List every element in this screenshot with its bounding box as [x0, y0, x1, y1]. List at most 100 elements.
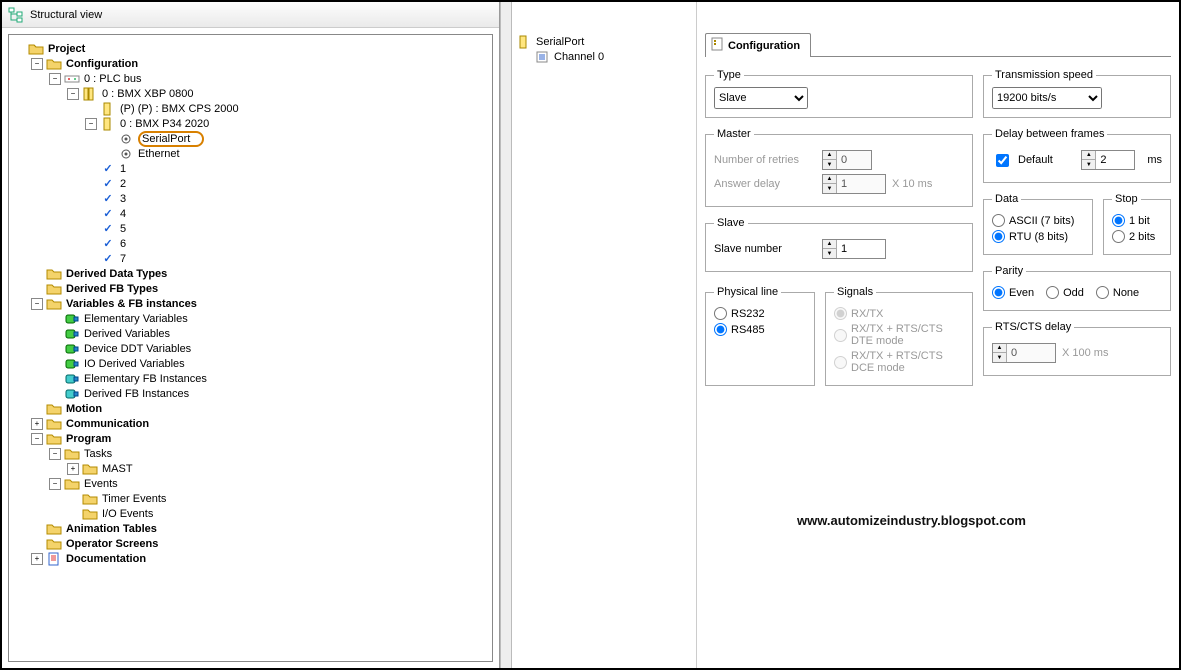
slave-number-spin[interactable]: ▲▼ — [822, 239, 886, 259]
delay-frames-input[interactable] — [1096, 151, 1134, 169]
radio-ascii[interactable] — [992, 214, 1005, 227]
node-opscr[interactable]: Operator Screens — [31, 536, 490, 551]
radio-rs485[interactable] — [714, 323, 727, 336]
node-der-vars[interactable]: Derived Variables — [49, 326, 490, 341]
retries-spin[interactable]: ▲▼ — [822, 150, 872, 170]
node-tasks[interactable]: −Tasks — [49, 446, 490, 461]
radio-odd[interactable] — [1046, 286, 1059, 299]
node-project[interactable]: Project — [13, 41, 490, 56]
node-doc[interactable]: +Documentation — [31, 551, 490, 566]
node-cps[interactable]: (P) (P) : BMX CPS 2000 — [85, 101, 490, 116]
rts-spin[interactable]: ▲▼ — [992, 343, 1056, 363]
fb-icon — [64, 372, 80, 386]
radio-rtu[interactable] — [992, 230, 1005, 243]
node-channel0[interactable]: Channel 0 — [534, 49, 692, 64]
node-program[interactable]: −Program — [31, 431, 490, 446]
channel-tree[interactable]: SerialPort Channel 0 — [512, 2, 697, 668]
node-ddt-vars[interactable]: Device DDT Variables — [49, 341, 490, 356]
folder-icon — [46, 537, 62, 551]
collapse-icon[interactable]: − — [31, 433, 43, 445]
node-el-vars[interactable]: Elementary Variables — [49, 311, 490, 326]
project-tree[interactable]: Project − Configuration — [8, 34, 493, 662]
node-events[interactable]: −Events — [49, 476, 490, 491]
spin-down[interactable]: ▼ — [823, 160, 836, 169]
node-slot[interactable]: ✓1 — [85, 161, 490, 176]
node-motion[interactable]: Motion — [31, 401, 490, 416]
node-comm[interactable]: +Communication — [31, 416, 490, 431]
expand-icon[interactable]: + — [31, 418, 43, 430]
radio-dce — [834, 356, 847, 369]
radio-1bit[interactable] — [1112, 214, 1125, 227]
node-io-der[interactable]: IO Derived Variables — [49, 356, 490, 371]
node-slot[interactable]: ✓2 — [85, 176, 490, 191]
collapse-icon[interactable]: − — [49, 478, 61, 490]
spin-up[interactable]: ▲ — [823, 175, 836, 184]
spin-up[interactable]: ▲ — [823, 240, 836, 249]
app-window: Structural view Project − — [0, 0, 1181, 670]
node-slot[interactable]: ✓3 — [85, 191, 490, 206]
spin-down[interactable]: ▼ — [1082, 160, 1095, 169]
fieldset-master: Master Number of retries ▲▼ Answer delay… — [705, 128, 973, 207]
folder-icon — [82, 507, 98, 521]
node-ethernet[interactable]: Ethernet — [103, 146, 490, 161]
node-slot[interactable]: ✓5 — [85, 221, 490, 236]
node-plc-bus[interactable]: − 0 : PLC bus — [49, 71, 490, 86]
spin-up[interactable]: ▲ — [993, 344, 1006, 353]
answer-delay-spin[interactable]: ▲▼ — [822, 174, 886, 194]
speed-select[interactable]: 19200 bits/s — [992, 87, 1102, 109]
fieldset-parity: Parity Even Odd None — [983, 265, 1171, 311]
collapse-icon[interactable]: − — [67, 88, 79, 100]
node-configuration[interactable]: − Configuration — [31, 56, 490, 71]
node-slot[interactable]: ✓7 — [85, 251, 490, 266]
node-serialport-right[interactable]: SerialPort — [516, 34, 692, 49]
collapse-icon[interactable]: − — [31, 298, 43, 310]
tab-configuration[interactable]: Configuration — [705, 33, 811, 57]
node-derived-fb[interactable]: Derived FB Types — [31, 281, 490, 296]
node-der-fbi[interactable]: Derived FB Instances — [49, 386, 490, 401]
node-vars-fb[interactable]: −Variables & FB instances — [31, 296, 490, 311]
check-icon: ✓ — [100, 207, 116, 221]
titlebar-title: Structural view — [30, 9, 102, 21]
collapse-icon[interactable]: − — [31, 58, 43, 70]
node-ioev[interactable]: I/O Events — [67, 506, 490, 521]
node-slot[interactable]: ✓6 — [85, 236, 490, 251]
radio-dte — [834, 329, 847, 342]
retries-input — [837, 151, 871, 169]
folder-icon — [28, 42, 44, 56]
collapse-icon[interactable]: − — [85, 118, 97, 130]
radio-none[interactable] — [1096, 286, 1109, 299]
collapse-icon[interactable]: − — [49, 73, 61, 85]
port-icon — [118, 132, 134, 146]
fieldset-type: Type Slave — [705, 69, 973, 118]
delay-frames-spin[interactable]: ▲▼ — [1081, 150, 1135, 170]
radio-2bits[interactable] — [1112, 230, 1125, 243]
expand-icon[interactable]: + — [67, 463, 79, 475]
check-icon: ✓ — [100, 177, 116, 191]
checkbox-default[interactable] — [996, 154, 1009, 167]
node-serialport[interactable]: SerialPort — [103, 131, 490, 146]
splitter[interactable] — [500, 2, 512, 668]
fieldset-physical: Physical line RS232 RS485 — [705, 286, 815, 386]
folder-icon — [46, 432, 62, 446]
node-slot[interactable]: ✓4 — [85, 206, 490, 221]
spin-up[interactable]: ▲ — [1082, 151, 1095, 160]
spin-down[interactable]: ▼ — [993, 353, 1006, 362]
radio-rs232[interactable] — [714, 307, 727, 320]
spin-down[interactable]: ▼ — [823, 249, 836, 258]
node-el-fb[interactable]: Elementary FB Instances — [49, 371, 490, 386]
spin-up[interactable]: ▲ — [823, 151, 836, 160]
slave-number-input[interactable] — [837, 240, 885, 258]
type-select[interactable]: Slave — [714, 87, 808, 109]
node-anim[interactable]: Animation Tables — [31, 521, 490, 536]
collapse-icon[interactable]: − — [49, 448, 61, 460]
node-timer[interactable]: Timer Events — [67, 491, 490, 506]
node-derived-data[interactable]: Derived Data Types — [31, 266, 490, 281]
radio-even[interactable] — [992, 286, 1005, 299]
structural-view-panel: Structural view Project − — [2, 2, 500, 668]
node-rack[interactable]: − 0 : BMX XBP 0800 — [67, 86, 490, 101]
node-cpu[interactable]: − 0 : BMX P34 2020 — [85, 116, 490, 131]
node-mast[interactable]: +MAST — [67, 461, 490, 476]
expand-icon[interactable]: + — [31, 553, 43, 565]
spin-down[interactable]: ▼ — [823, 184, 836, 193]
config-icon — [710, 37, 724, 54]
